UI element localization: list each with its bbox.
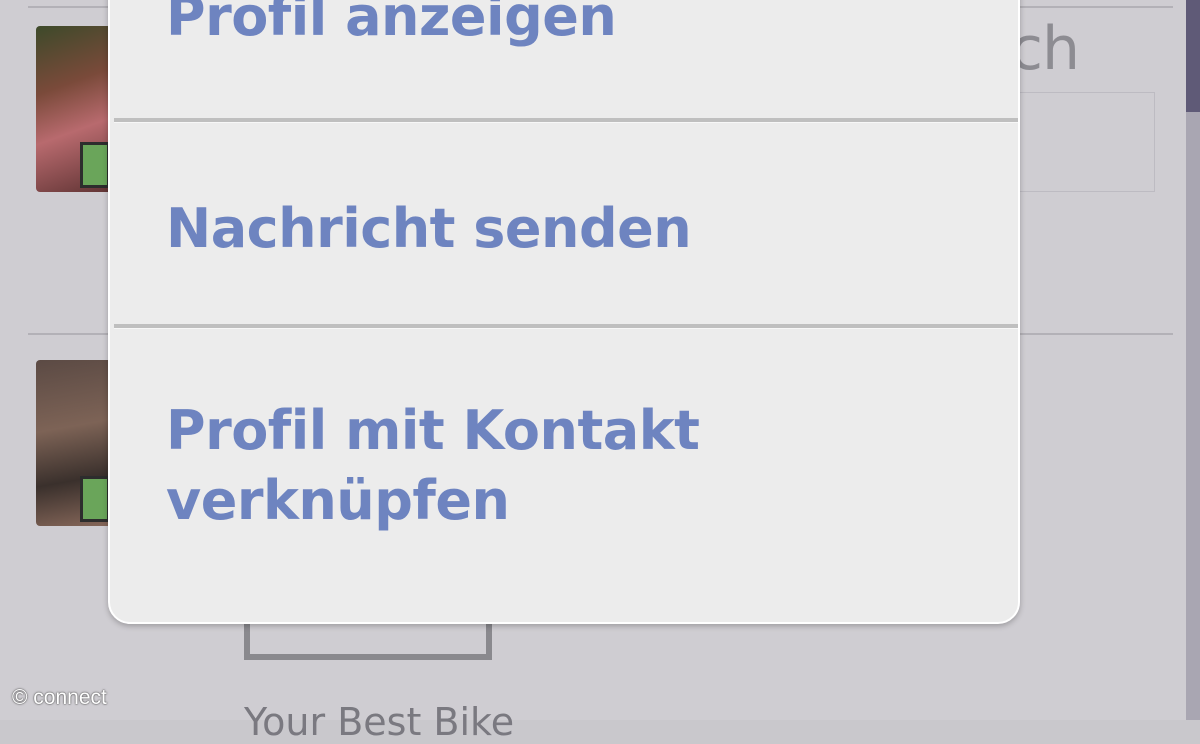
presence-icon [80, 476, 110, 522]
background-card [1015, 92, 1155, 192]
presence-icon [80, 142, 110, 188]
menu-item-link-contact[interactable]: Profil mit Kontakt verknüpfen [110, 328, 1018, 622]
scrollbar-thumb[interactable] [1186, 0, 1200, 112]
post-caption-partial: Your Best Bike [244, 700, 515, 744]
menu-item-view-profile[interactable]: Profil anzeigen [110, 0, 1018, 122]
context-menu: Profil anzeigen Nachricht senden Profil … [108, 0, 1020, 624]
menu-item-label: Profil mit Kontakt verknüpfen [166, 399, 700, 532]
scrollbar[interactable] [1186, 0, 1200, 720]
menu-item-send-message[interactable]: Nachricht senden [110, 122, 1018, 328]
menu-item-label: Profil anzeigen [166, 0, 617, 48]
copyright-watermark: © connect [12, 686, 107, 709]
search-label-partial: ch [1010, 14, 1080, 84]
menu-item-label: Nachricht senden [166, 197, 692, 260]
